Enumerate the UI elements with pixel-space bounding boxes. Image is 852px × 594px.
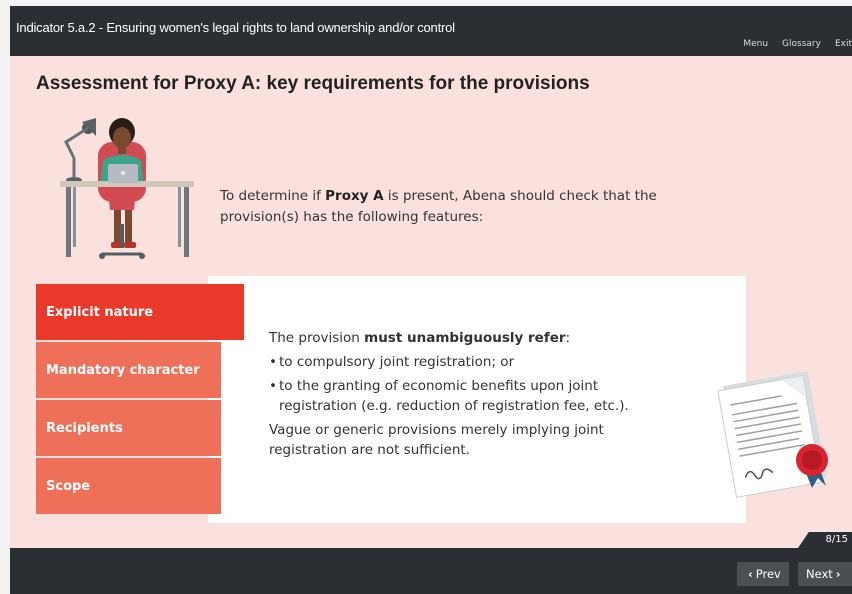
- prev-button[interactable]: ‹ Prev: [737, 562, 789, 586]
- top-bar: Indicator 5.a.2 - Ensuring women's legal…: [10, 6, 852, 56]
- panel-lead-start: The provision: [269, 330, 365, 346]
- slide-title: Assessment for Proxy A: key requirements…: [36, 73, 590, 94]
- bullet-icon: •: [269, 378, 277, 394]
- tab-mandatory-character[interactable]: Mandatory character: [36, 342, 221, 398]
- menu-link[interactable]: Menu: [743, 39, 768, 49]
- panel-lead-bold: must unambiguously refer: [364, 330, 566, 346]
- player-frame: Indicator 5.a.2 - Ensuring women's legal…: [10, 6, 852, 594]
- bullet-icon: •: [269, 354, 277, 370]
- intro-text-start: To determine if: [220, 188, 326, 204]
- intro-text-bold: Proxy A: [325, 188, 384, 204]
- tab-scope[interactable]: Scope: [36, 458, 221, 514]
- next-label: Next: [806, 567, 833, 581]
- top-nav: Menu Glossary Exit: [743, 39, 852, 49]
- footer-bar: 8/15 ‹ Prev Next ›: [10, 532, 852, 594]
- bullet-text: to the granting of economic benefits upo…: [279, 378, 629, 414]
- panel-text: The provision must unambiguously refer: …: [269, 328, 629, 464]
- panel-lead-end: :: [565, 330, 571, 346]
- prev-label: Prev: [755, 567, 781, 581]
- panel-lead: The provision must unambiguously refer:: [269, 328, 629, 348]
- tab-explicit-nature[interactable]: Explicit nature: [36, 284, 244, 340]
- chevron-left-icon: ‹: [748, 567, 753, 581]
- slide-area: Assessment for Proxy A: key requirements…: [10, 56, 852, 548]
- list-item: • to the granting of economic benefits up…: [269, 376, 629, 416]
- exit-link[interactable]: Exit: [835, 39, 852, 49]
- course-title: Indicator 5.a.2 - Ensuring women's legal…: [16, 20, 455, 35]
- panel-closing: Vague or generic provisions merely imply…: [269, 422, 604, 458]
- signed-certificate-icon: [717, 371, 828, 498]
- next-button[interactable]: Next ›: [798, 562, 852, 586]
- chevron-right-icon: ›: [835, 567, 841, 581]
- glossary-link[interactable]: Glossary: [782, 39, 821, 49]
- tab-recipients[interactable]: Recipients: [36, 400, 221, 456]
- woman-at-desk-illustration: [60, 118, 194, 259]
- bullet-text: to compulsory joint registration; or: [279, 354, 515, 370]
- list-item: • to compulsory joint registration; or: [269, 352, 629, 372]
- intro-text: To determine if Proxy A is present, Aben…: [220, 186, 720, 228]
